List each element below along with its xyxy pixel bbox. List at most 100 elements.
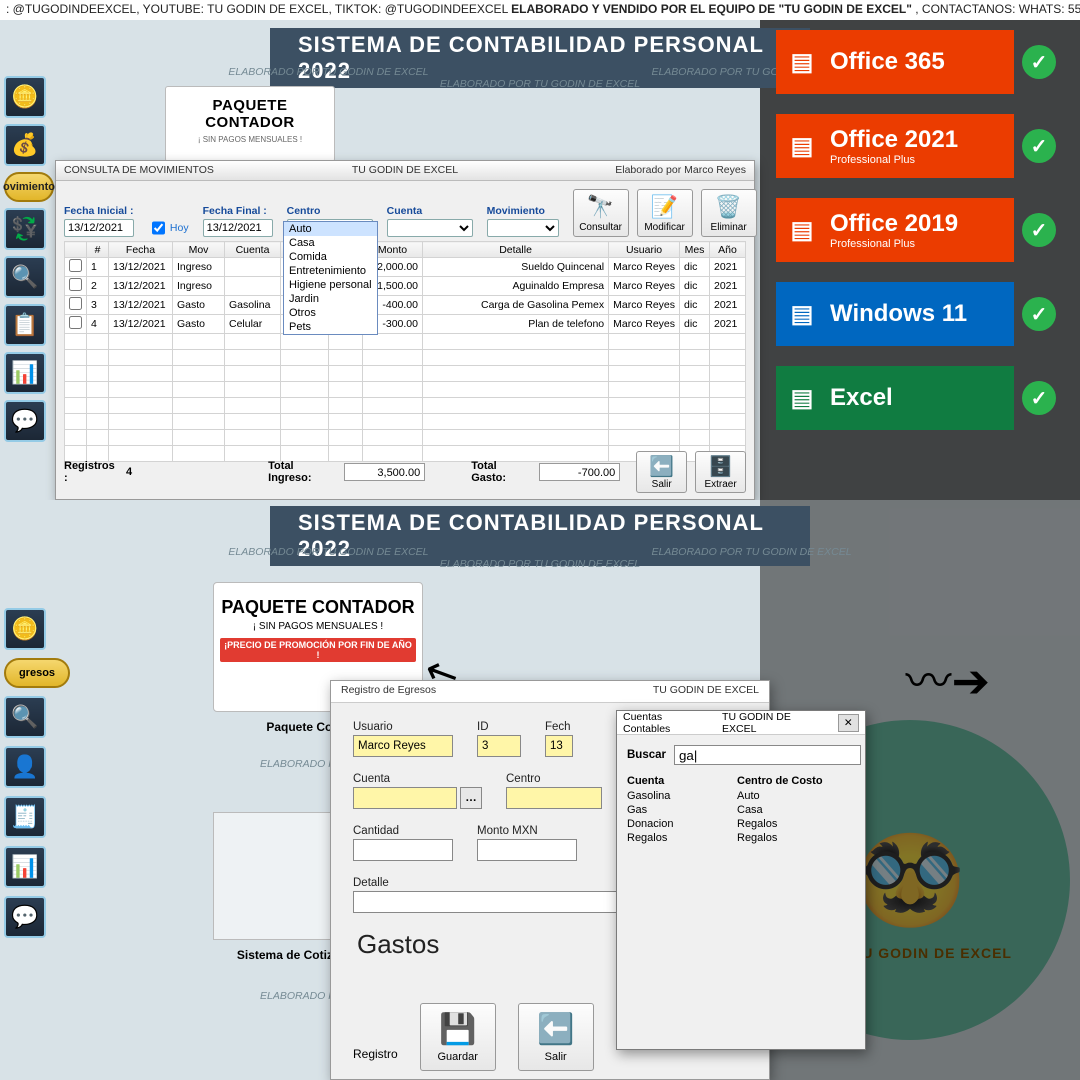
badge-logo: ▤Office 2019Professional Plus — [776, 198, 1014, 262]
cuenta-label2: Cuenta — [353, 773, 482, 785]
back-arrow-icon: ⬅️ — [649, 454, 674, 479]
watermark-bold: ELABORADO Y VENDIDO POR EL EQUIPO DE "TU… — [511, 2, 912, 16]
centro-option[interactable]: Pets — [284, 320, 377, 334]
sidebar-search-icon[interactable]: 🔍 — [4, 696, 46, 738]
fecha-final-input[interactable] — [203, 219, 273, 237]
buscar-label: Buscar — [627, 749, 666, 761]
sidebar-chart-icon[interactable]: 📊 — [4, 846, 46, 888]
sidebar-search-icon[interactable]: 🔍 — [4, 256, 46, 298]
software-badges: ▤Office 365✓▤Office 2021Professional Plu… — [776, 30, 1056, 450]
sidebar-user-icon[interactable]: 👤 — [4, 746, 46, 788]
salir-button[interactable]: ⬅️Salir — [636, 451, 687, 493]
buscar-input[interactable] — [674, 745, 861, 765]
subtitle-right: ELABORADO POR TU GODIN DE EXCEL — [440, 78, 640, 90]
top-watermark: : @TUGODINDEEXCEL, YOUTUBE: TU GODIN DE … — [0, 0, 1080, 20]
table-row[interactable]: 113/12/2021Ingreso2,000.00Sueldo Quincen… — [65, 258, 746, 277]
centro-option[interactable]: Auto — [284, 222, 377, 236]
list-item[interactable]: GasCasa — [627, 803, 855, 817]
id-label: ID — [477, 721, 521, 733]
mascot-label: TU GODIN DE EXCEL — [853, 945, 1012, 961]
paquete-sub: ¡ SIN PAGOS MENSUALES ! — [198, 135, 302, 144]
sidebar-money-icon[interactable]: 💰 — [4, 124, 46, 166]
cuenta-lookup-button[interactable]: … — [460, 787, 482, 809]
table-row[interactable]: 413/12/2021GastoCelularCasa1-300.00Plan … — [65, 315, 746, 334]
row-checkbox[interactable] — [69, 316, 82, 329]
mascot-face-icon: 🥸 — [854, 828, 966, 933]
list-item[interactable]: GasolinaAuto — [627, 789, 855, 803]
cuenta-input[interactable] — [353, 787, 457, 809]
centro-option[interactable]: Entretenimiento — [284, 264, 377, 278]
filter-row: Fecha Inicial : Hoy Fecha Final : Centro… — [56, 181, 754, 237]
hoy-checkbox[interactable] — [152, 219, 165, 237]
badge-logo: ▤Excel — [776, 366, 1014, 430]
app-icon: ▤ — [784, 128, 820, 164]
consulta-titlebar: CONSULTA DE MOVIMIENTOS TU GODIN DE EXCE… — [56, 161, 754, 181]
fecha-final-label: Fecha Final : — [203, 205, 273, 217]
software-badge: ▤Excel✓ — [776, 366, 1056, 430]
centro-option[interactable]: Higiene personal — [284, 278, 377, 292]
sidebar-lower: 🪙 gresos 🔍 👤 🧾 📊 💬 — [0, 600, 58, 946]
total-gasto-value: -700.00 — [539, 463, 620, 481]
check-icon: ✓ — [1022, 129, 1056, 163]
salir-button2[interactable]: ⬅️Salir — [518, 1003, 594, 1071]
table-row[interactable]: 313/12/2021GastoGasolina1-400.00Carga de… — [65, 296, 746, 315]
modificar-button[interactable]: 📝Modificar — [637, 189, 693, 237]
sidebar-whatsapp-icon[interactable]: 💬 — [4, 896, 46, 938]
cantidad-label: Cantidad — [353, 825, 453, 837]
movimiento-combo[interactable] — [487, 219, 559, 237]
sidebar-exchange-icon[interactable]: 💱 — [4, 208, 46, 250]
paquete-card[interactable]: PAQUETE CONTADOR ¡ SIN PAGOS MENSUALES ! — [165, 86, 335, 162]
guardar-button[interactable]: 💾Guardar — [420, 1003, 496, 1071]
back-arrow-icon: ⬅️ — [537, 1012, 574, 1047]
consultar-button[interactable]: 🔭Consultar — [573, 189, 629, 237]
check-icon: ✓ — [1022, 381, 1056, 415]
list-item[interactable]: DonacionRegalos — [627, 817, 855, 831]
row-checkbox[interactable] — [69, 259, 82, 272]
monto-input[interactable] — [477, 839, 577, 861]
sidebar-coins-icon[interactable]: 🪙 — [4, 608, 46, 650]
centro-option[interactable]: Otros — [284, 306, 377, 320]
sidebar-whatsapp-icon[interactable]: 💬 — [4, 400, 46, 442]
sidebar-movimiento-button[interactable]: ovimiento — [4, 172, 54, 202]
usuario-input[interactable] — [353, 735, 453, 757]
registros-count: 4 — [126, 466, 132, 478]
cantidad-input[interactable] — [353, 839, 453, 861]
centro-option[interactable]: Jardin — [284, 292, 377, 306]
paquete-title: PAQUETE CONTADOR — [170, 97, 330, 131]
paquete2-promo: ¡PRECIO DE PROMOCIÓN POR FIN DE AÑO ! — [220, 638, 416, 662]
eliminar-button[interactable]: 🗑️Eliminar — [701, 189, 757, 237]
table-row — [65, 350, 746, 366]
centro-dropdown[interactable]: Auto Casa Comida Entretenimiento Higiene… — [283, 221, 378, 335]
sidebar-egresos-button[interactable]: gresos — [4, 658, 70, 688]
table-row[interactable]: 213/12/2021Ingreso1,500.00Aguinaldo Empr… — [65, 277, 746, 296]
cuentas-search-row: Buscar — [617, 735, 865, 769]
cuentas-list: Cuenta Centro de Costo GasolinaAutoGasCa… — [617, 775, 865, 845]
sidebar: 🪙 💰 ovimiento 💱 🔍 📋 📊 💬 — [0, 70, 50, 500]
cuenta-combo[interactable] — [387, 219, 473, 237]
check-icon: ✓ — [1022, 213, 1056, 247]
sidebar-list-icon[interactable]: 📋 — [4, 304, 46, 346]
movimiento-label: Movimiento — [487, 205, 559, 217]
sidebar-chart-icon[interactable]: 📊 — [4, 352, 46, 394]
fecha-input[interactable] — [545, 735, 573, 757]
egresos-buttonbar: Registro 💾Guardar ⬅️Salir — [353, 1003, 594, 1071]
egresos-title: Registro de Egresos — [341, 684, 550, 699]
list-item[interactable]: RegalosRegalos — [627, 831, 855, 845]
fecha-inicial-input[interactable] — [64, 219, 134, 237]
table-row — [65, 334, 746, 350]
cuentas-header: Cuenta Centro de Costo — [627, 775, 855, 787]
close-icon[interactable]: ✕ — [838, 714, 859, 732]
centro-option[interactable]: Casa — [284, 236, 377, 250]
total-ingreso-value: 3,500.00 — [344, 463, 425, 481]
row-checkbox[interactable] — [69, 278, 82, 291]
sidebar-list-icon[interactable]: 🧾 — [4, 796, 46, 838]
centro-option[interactable]: Comida — [284, 250, 377, 264]
hoy-checkbox-wrap[interactable]: Hoy — [148, 219, 189, 237]
hoy-label: Hoy — [170, 222, 189, 234]
badge-logo: ▤Office 2021Professional Plus — [776, 114, 1014, 178]
sidebar-coins-icon[interactable]: 🪙 — [4, 76, 46, 118]
id-input[interactable] — [477, 735, 521, 757]
extraer-button[interactable]: 🗄️Extraer — [695, 451, 746, 493]
centro-input[interactable] — [506, 787, 602, 809]
row-checkbox[interactable] — [69, 297, 82, 310]
